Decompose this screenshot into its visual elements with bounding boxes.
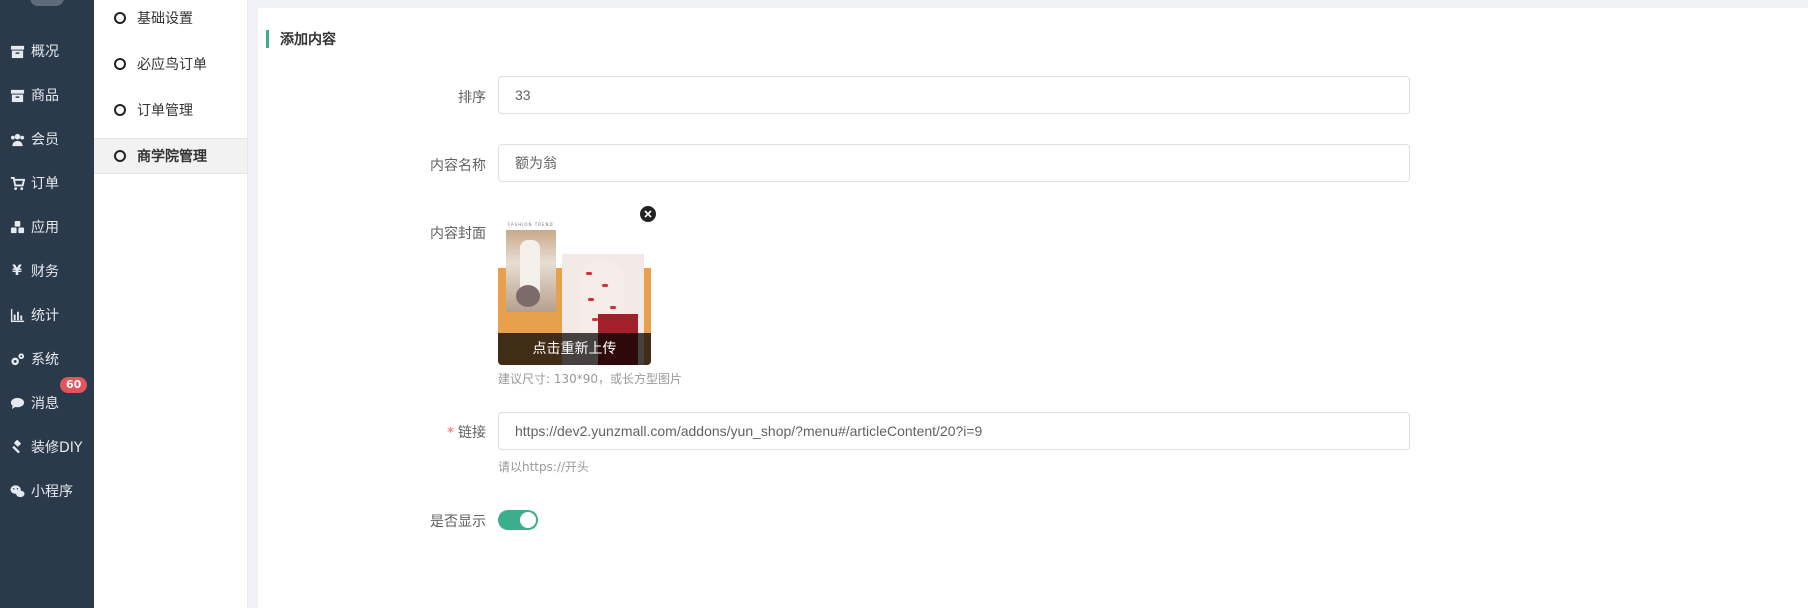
nav-item-apps[interactable]: 应用 [0,209,94,245]
display-toggle[interactable] [498,510,538,530]
content-panel: 添加内容 排序 33 内容名称 额为翁 内容封面 FASHION TREND 点… [258,8,1808,608]
subnav-item-academy-management[interactable]: 商学院管理 [94,138,247,174]
link-label-text: 链接 [458,425,486,441]
nav-item-overview[interactable]: 概况 [0,33,94,69]
link-hint: 请以https://开头 [498,460,590,474]
accent-bar [266,30,269,48]
link-label: * 链接 [258,422,486,442]
cover-hint: 建议尺寸: 130*90，或长方型图片 [498,372,683,386]
cover-label: 内容封面 [430,226,486,242]
nav-item-label: 会员 [31,132,59,148]
nav-item-label: 消息 [31,396,59,412]
link-input[interactable]: https://dev2.yunzmall.com/addons/yun_sho… [498,412,1410,450]
reupload-overlay[interactable]: 点击重新上传 [498,333,651,365]
circle-icon [114,104,126,116]
sub-sidebar: 基础设置 必应鸟订单 订单管理 商学院管理 [94,0,248,608]
circle-icon [114,58,126,70]
nav-item-statistics[interactable]: 统计 [0,297,94,333]
nav-item-label: 系统 [31,352,59,368]
top-strip [258,0,1808,8]
subnav-item-label: 订单管理 [137,103,193,119]
subnav-item-biyingniao-orders[interactable]: 必应鸟订单 [94,47,247,81]
cover-image-upload[interactable]: FASHION TREND 点击重新上传 [498,208,651,365]
display-label: 是否显示 [430,514,486,530]
bar-chart-icon [9,307,25,323]
name-input[interactable]: 额为翁 [498,144,1410,182]
nav-item-label: 应用 [31,220,59,236]
cart-icon [9,175,25,191]
subnav-item-label: 商学院管理 [137,149,207,165]
name-label: 内容名称 [430,158,486,174]
gears-icon [9,351,25,367]
toggle-knob [520,512,536,528]
notification-badge: 60 [60,377,88,393]
yen-icon: ¥ [12,263,22,279]
nav-item-label: 概况 [31,44,59,60]
nav-item-diy[interactable]: 装修DIY [0,429,94,465]
cubes-icon [9,219,25,235]
nav-item-system[interactable]: 系统 [0,341,94,377]
nav-item-label: 统计 [31,308,59,324]
box-icon [9,43,25,59]
nav-item-goods[interactable]: 商品 [0,77,94,113]
wechat-icon [9,483,25,499]
users-icon [9,131,25,147]
nav-item-messages[interactable]: 消息 60 [0,377,94,421]
remove-image-button[interactable] [640,206,656,222]
gavel-icon [9,439,25,455]
section-title-text: 添加内容 [280,32,336,48]
nav-item-label: 财务 [31,264,59,280]
cover-image-photo-left [506,230,556,312]
nav-item-label: 装修DIY [31,440,83,456]
box-icon [9,87,25,103]
circle-icon [114,150,126,162]
cover-image-brand-text: FASHION TREND [508,222,554,227]
sort-label: 排序 [458,90,486,106]
subnav-item-label: 基础设置 [137,11,193,27]
subnav-item-order-management[interactable]: 订单管理 [94,93,247,127]
section-title: 添加内容 [266,30,336,48]
nav-item-orders[interactable]: 订单 [0,165,94,201]
required-mark: * [447,425,454,441]
close-icon [644,210,652,218]
logo [30,0,64,6]
subnav-item-label: 必应鸟订单 [137,57,207,73]
nav-item-label: 小程序 [31,484,73,500]
nav-item-label: 订单 [31,176,59,192]
circle-icon [114,12,126,24]
nav-item-members[interactable]: 会员 [0,121,94,157]
comment-icon [9,395,25,411]
sort-input[interactable]: 33 [498,76,1410,114]
nav-item-finance[interactable]: ¥ 财务 [0,253,94,289]
main-nav: 概况 商品 会员 订单 应用 ¥ 财务 统计 系统 消息 60 装修DIY 小程… [0,0,94,608]
subnav-item-basic-settings[interactable]: 基础设置 [94,1,247,35]
nav-item-label: 商品 [31,88,59,104]
nav-item-miniprogram[interactable]: 小程序 [0,473,94,509]
